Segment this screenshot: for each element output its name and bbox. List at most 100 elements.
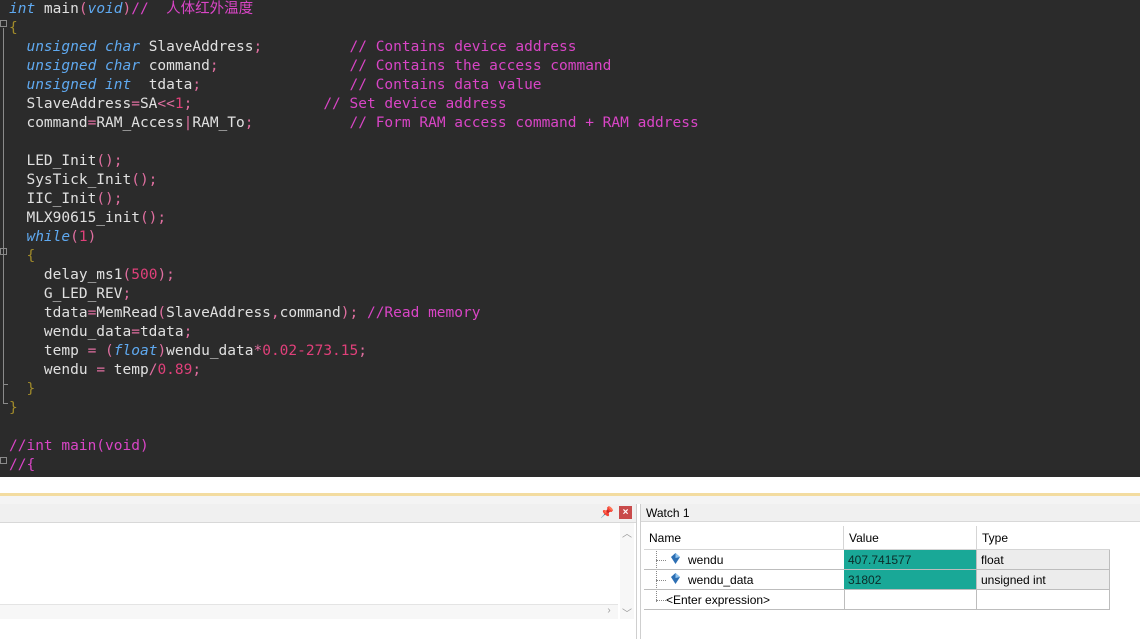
- watch-value[interactable]: 407.741577: [844, 550, 977, 570]
- watch-name[interactable]: wendu_data: [644, 570, 844, 590]
- code-token: wendu_data: [9, 324, 132, 340]
- code-line[interactable]: SlaveAddress=SA<<1; // Set device addres…: [9, 95, 699, 114]
- code-token: // Form RAM access command + RAM address: [349, 115, 699, 131]
- code-token: SA: [139, 96, 158, 112]
- watch-row-new[interactable]: <Enter expression>: [644, 590, 1110, 610]
- code-token: command: [139, 58, 210, 74]
- output-pane: 📌 × ︿ ﹀ ›: [0, 504, 637, 639]
- watch-window-title: Watch 1: [641, 504, 1140, 522]
- column-header-value[interactable]: Value: [844, 526, 977, 550]
- code-token: *: [253, 343, 263, 359]
- code-line[interactable]: delay_ms1(500);: [9, 266, 699, 285]
- code-token: ;: [122, 286, 132, 302]
- code-line[interactable]: //int main(void): [9, 437, 699, 456]
- column-header-type[interactable]: Type: [977, 526, 1110, 550]
- code-token: float: [113, 343, 158, 359]
- watch-row[interactable]: wendu 407.741577 float: [644, 550, 1110, 570]
- code-line[interactable]: {: [9, 247, 699, 266]
- watch-row[interactable]: wendu_data 31802 unsigned int: [644, 570, 1110, 590]
- code-token: (: [122, 267, 132, 283]
- code-token: void: [87, 1, 123, 17]
- code-line[interactable]: command=RAM_Access|RAM_To; // Form RAM a…: [9, 114, 699, 133]
- code-token: unsigned char: [26, 39, 140, 55]
- code-token: // Contains device address: [349, 39, 577, 55]
- code-line[interactable]: SysTick_Init();: [9, 171, 699, 190]
- scroll-down-icon[interactable]: ﹀: [620, 605, 634, 620]
- vertical-scrollbar[interactable]: ︿ ﹀: [620, 523, 634, 620]
- fold-toggle-comment[interactable]: [0, 457, 7, 464]
- code-token: ();: [131, 172, 158, 188]
- code-line[interactable]: [9, 133, 699, 152]
- code-line[interactable]: [9, 418, 699, 437]
- code-line[interactable]: IIC_Init();: [9, 190, 699, 209]
- code-line[interactable]: wendu = temp/0.89;: [9, 361, 699, 380]
- editor-bottom-margin: [0, 477, 1140, 493]
- fold-toggle-main[interactable]: [0, 20, 7, 27]
- code-token: wendu: [9, 362, 97, 378]
- scroll-right-icon[interactable]: ›: [602, 605, 616, 616]
- code-token: wendu_data: [166, 343, 254, 359]
- close-icon[interactable]: ×: [619, 506, 632, 519]
- fold-gutter: [0, 0, 9, 477]
- code-token: (: [70, 229, 79, 245]
- code-line[interactable]: unsigned int tdata; // Contains data val…: [9, 76, 699, 95]
- code-line[interactable]: wendu_data=tdata;: [9, 323, 699, 342]
- code-line[interactable]: unsigned char command; // Contains the a…: [9, 57, 699, 76]
- code-line[interactable]: temp = (float)wendu_data*0.02-273.15;: [9, 342, 699, 361]
- code-token: delay_ms1: [9, 267, 123, 283]
- code-token: ;: [253, 39, 263, 55]
- column-header-name[interactable]: Name: [644, 526, 844, 550]
- code-token: ();: [96, 153, 123, 169]
- code-line[interactable]: }: [9, 399, 699, 418]
- watch-window: Watch 1 Name Value Type wendu 407.741577…: [640, 504, 1140, 639]
- code-token: RAM_To: [192, 115, 245, 131]
- code-token: temp: [9, 343, 88, 359]
- code-token: ();: [96, 191, 123, 207]
- watch-type: float: [977, 550, 1110, 570]
- code-token: 1: [78, 229, 88, 245]
- code-line[interactable]: {: [9, 19, 699, 38]
- code-token: 0.02-273.15: [262, 343, 359, 359]
- scroll-up-icon[interactable]: ︿: [620, 525, 634, 540]
- watch-name[interactable]: wendu: [644, 550, 844, 570]
- fold-guide: [3, 28, 4, 403]
- watch-value-empty[interactable]: [844, 590, 977, 610]
- code-text[interactable]: int main(void)// 人体红外温度{ unsigned char S…: [9, 0, 699, 475]
- code-line[interactable]: }: [9, 380, 699, 399]
- code-token: //{: [9, 457, 36, 473]
- code-line[interactable]: G_LED_REV;: [9, 285, 699, 304]
- code-token: {: [26, 248, 36, 264]
- code-token: 1: [174, 96, 184, 112]
- code-token: main: [35, 1, 79, 17]
- code-token: unsigned char: [26, 58, 140, 74]
- code-token: ();: [139, 210, 167, 226]
- code-line[interactable]: int main(void)// 人体红外温度: [9, 0, 699, 19]
- code-line[interactable]: while(1): [9, 228, 699, 247]
- code-line[interactable]: //{: [9, 456, 699, 475]
- code-line[interactable]: LED_Init();: [9, 152, 699, 171]
- code-line[interactable]: unsigned char SlaveAddress; // Contains …: [9, 38, 699, 57]
- fold-toggle-while[interactable]: [0, 248, 7, 255]
- code-token: // 人体红外温度: [131, 1, 254, 17]
- code-token: );: [340, 305, 359, 321]
- pin-icon[interactable]: 📌: [600, 506, 614, 520]
- enter-expression-input[interactable]: <Enter expression>: [644, 590, 844, 610]
- code-token: SysTick_Init: [9, 172, 132, 188]
- code-line[interactable]: MLX90615_init();: [9, 209, 699, 228]
- code-token: ;: [183, 324, 193, 340]
- watch-value[interactable]: 31802: [844, 570, 977, 590]
- horizontal-scrollbar[interactable]: ›: [0, 604, 618, 619]
- code-line[interactable]: tdata=MemRead(SlaveAddress,command); //R…: [9, 304, 699, 323]
- code-token: ;: [358, 343, 367, 359]
- code-editor[interactable]: int main(void)// 人体红外温度{ unsigned char S…: [0, 0, 1140, 477]
- code-token: ): [87, 229, 97, 245]
- code-token: );: [157, 267, 175, 283]
